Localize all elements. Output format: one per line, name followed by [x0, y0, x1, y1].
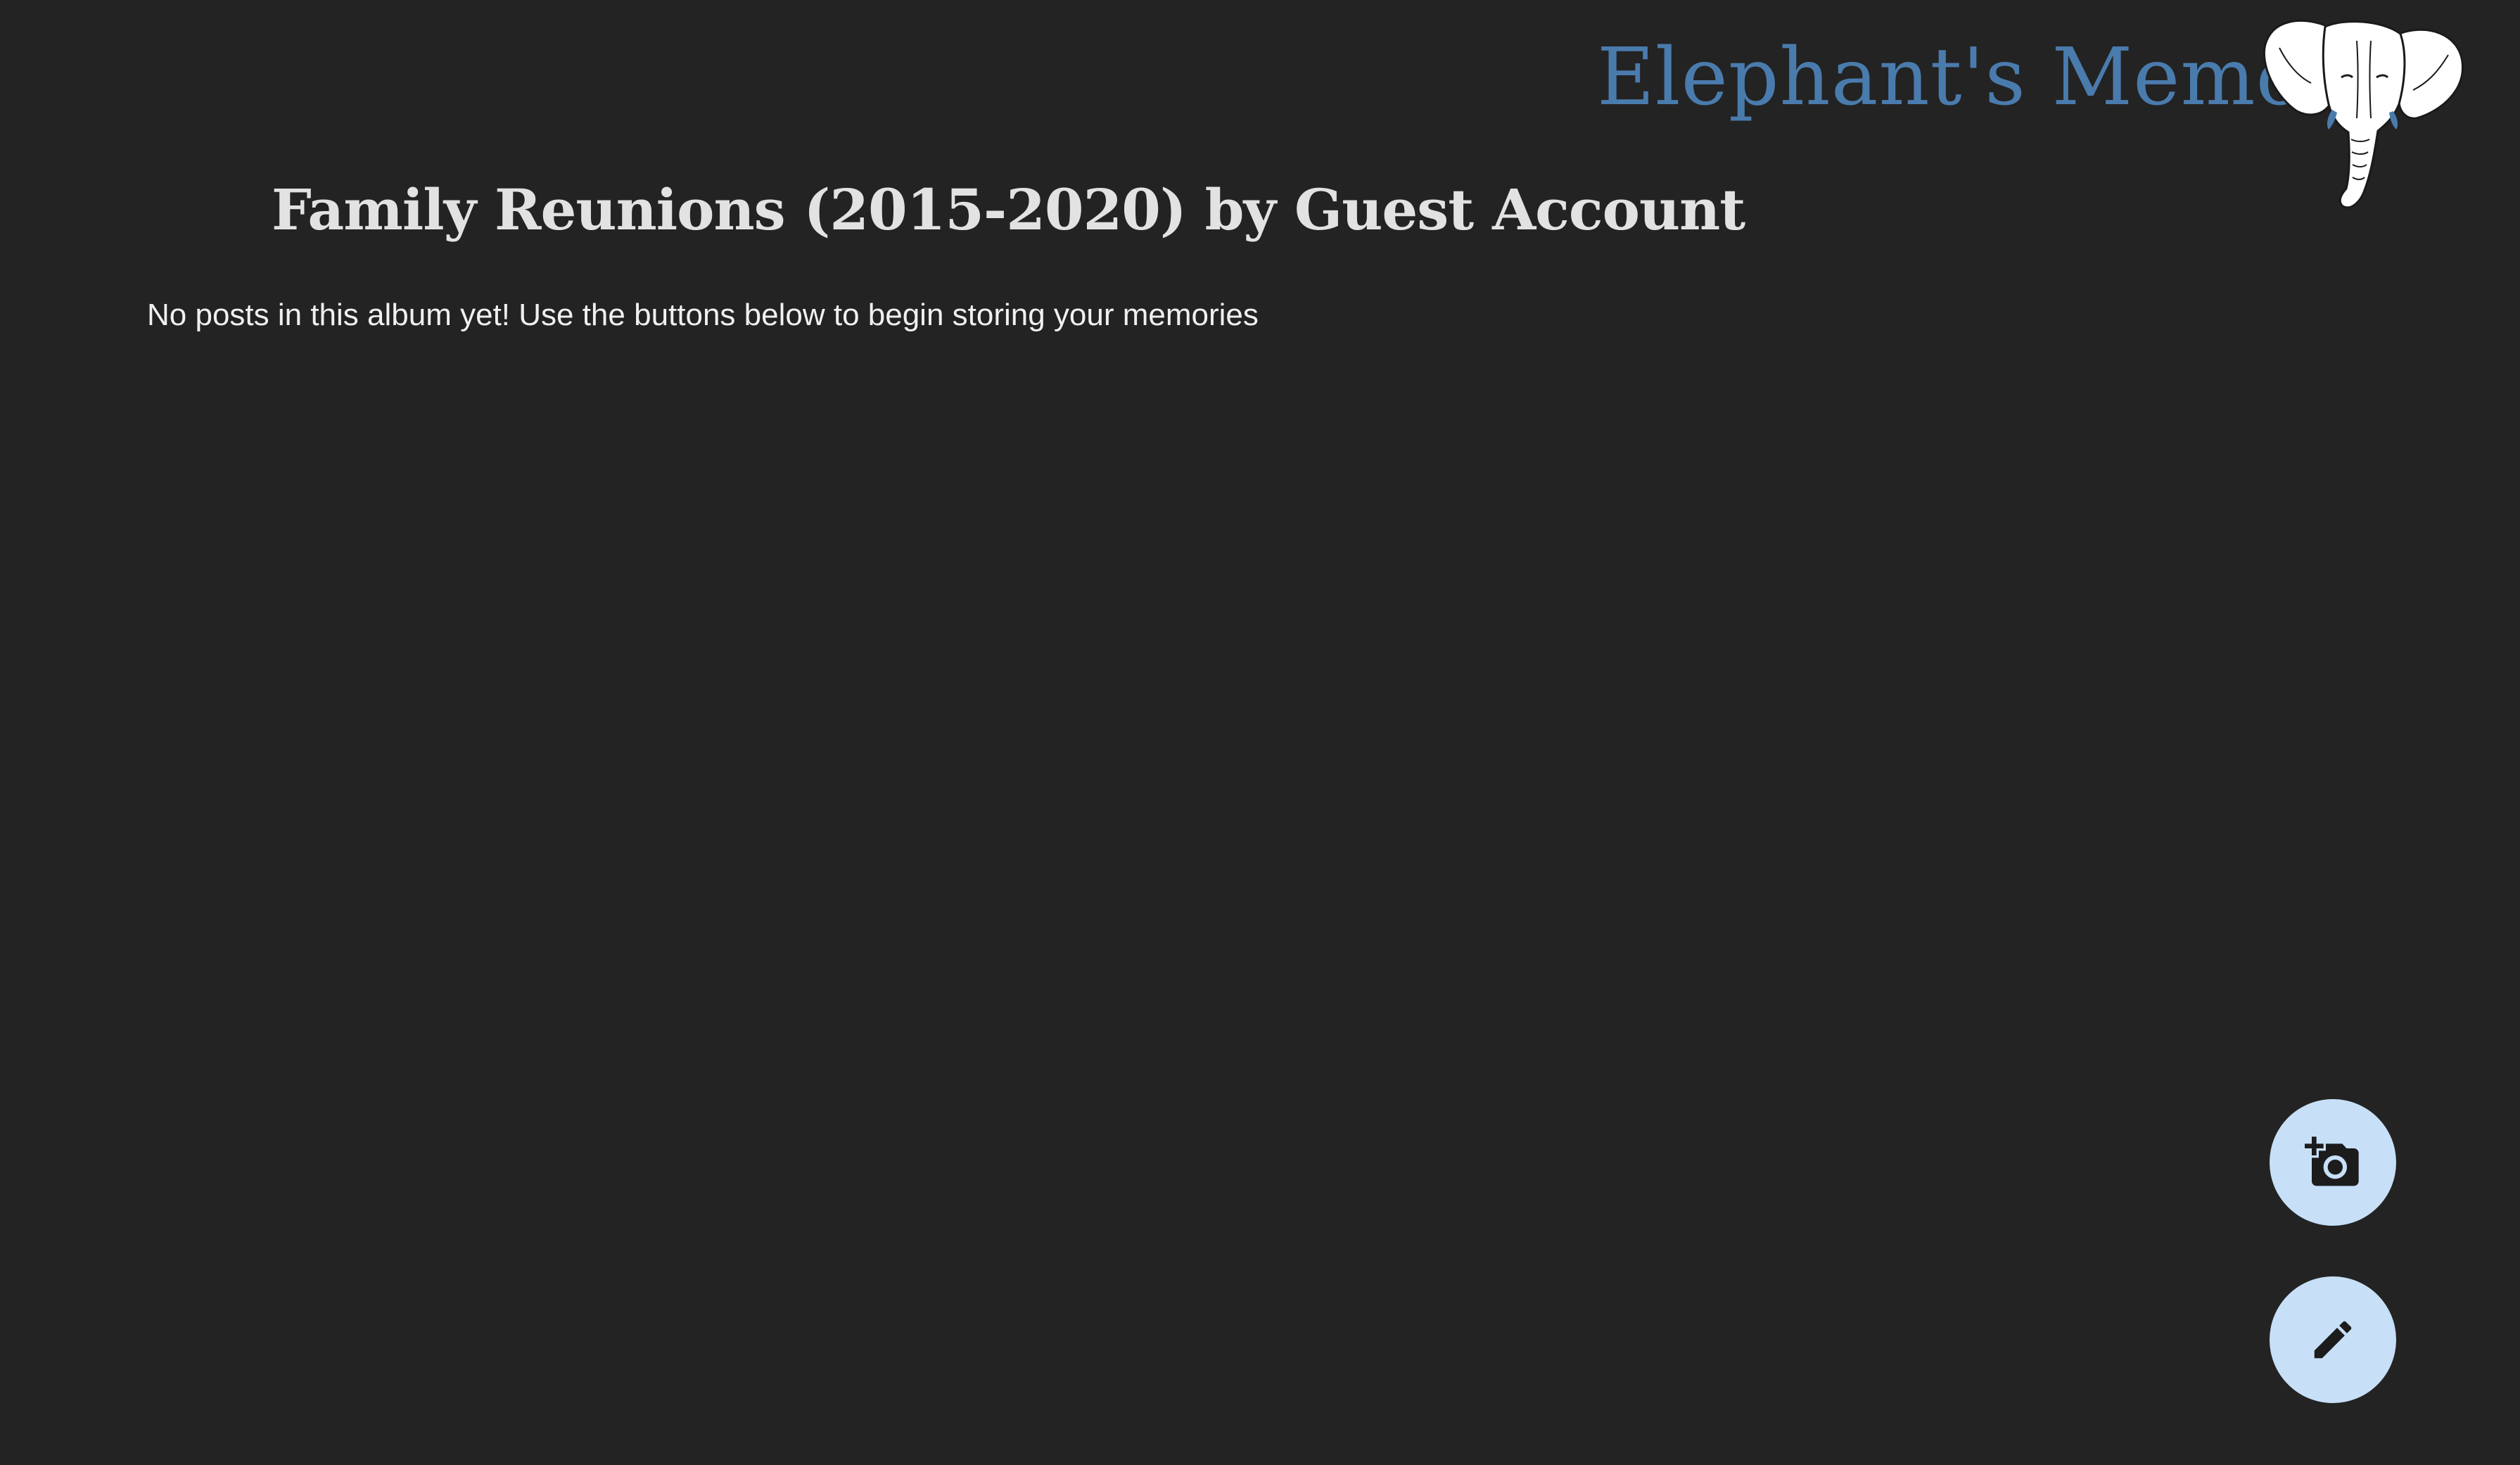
add-photo-button[interactable]	[2270, 1099, 2396, 1226]
pencil-icon	[2308, 1315, 2357, 1364]
elephant-logo-icon[interactable]	[2258, 13, 2469, 217]
new-post-button[interactable]	[2270, 1276, 2396, 1403]
empty-album-message: No posts in this album yet! Use the butt…	[147, 298, 1259, 332]
add-a-photo-icon	[2305, 1134, 2361, 1191]
album-title: Family Reunions (2015-2020) by Guest Acc…	[272, 177, 1745, 243]
